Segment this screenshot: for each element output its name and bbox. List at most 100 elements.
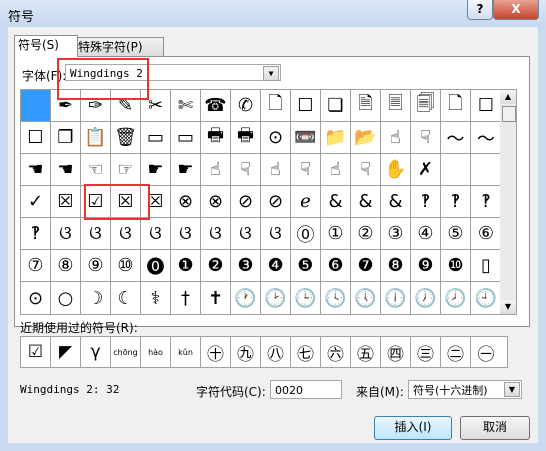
symbol-cell[interactable]: ☝ — [321, 154, 351, 186]
symbol-cell[interactable]: ☚ — [21, 154, 51, 186]
symbol-cell[interactable]: 🕐 — [231, 282, 261, 314]
symbol-cell[interactable]: ⑤ — [441, 218, 471, 250]
symbol-cell[interactable]: ① — [321, 218, 351, 250]
symbol-cell[interactable]: 🕘 — [471, 282, 501, 314]
symbol-cell[interactable]: 🗋 — [441, 90, 471, 122]
symbol-cell[interactable]: ⚕ — [141, 282, 171, 314]
symbol-cell[interactable]: ☒ — [141, 186, 171, 218]
symbol-cell[interactable]: ❐ — [51, 122, 81, 154]
scroll-down-icon[interactable]: ▼ — [500, 300, 516, 314]
recent-symbol[interactable]: ㊃ — [381, 337, 411, 367]
symbol-cell[interactable]: ✑ — [81, 90, 111, 122]
symbol-cell[interactable]: ✝ — [201, 282, 231, 314]
symbol-cell[interactable]: ଓ — [111, 218, 141, 250]
symbol-cell[interactable]: ⊙ — [21, 282, 51, 314]
symbol-cell[interactable]: 🕑 — [261, 282, 291, 314]
symbol-cell[interactable]: 🕖 — [411, 282, 441, 314]
symbol-cell[interactable]: 〜 — [471, 122, 501, 154]
symbol-cell[interactable]: 〜 — [441, 122, 471, 154]
symbol-cell[interactable]: ☾ — [111, 282, 141, 314]
symbol-cell[interactable]: 📂 — [351, 122, 381, 154]
symbol-cell[interactable]: 🕓 — [321, 282, 351, 314]
recent-symbol[interactable]: ㊆ — [291, 337, 321, 367]
symbol-cell[interactable]: ✒ — [51, 90, 81, 122]
symbol-cell[interactable]: ⊙ — [261, 122, 291, 154]
symbol-cell[interactable]: ❏ — [321, 90, 351, 122]
symbol-cell[interactable] — [471, 154, 501, 186]
recent-symbol[interactable]: γ — [81, 337, 111, 367]
symbol-cell[interactable]: ❿ — [441, 250, 471, 282]
symbol-cell[interactable]: ଓ — [51, 218, 81, 250]
symbol-cell[interactable]: ‽ — [441, 186, 471, 218]
recent-symbol[interactable]: hào — [141, 337, 171, 367]
symbol-cell[interactable]: ‽ — [411, 186, 441, 218]
symbol-cell[interactable]: 🗏 — [381, 90, 411, 122]
help-button[interactable]: ? — [467, 0, 493, 20]
symbol-cell[interactable]: ▭ — [171, 122, 201, 154]
symbol-cell[interactable]: ✗ — [411, 154, 441, 186]
symbol-cell[interactable]: ☛ — [171, 154, 201, 186]
symbol-cell[interactable]: ④ — [411, 218, 441, 250]
symbol-cell[interactable]: 🕗 — [441, 282, 471, 314]
symbol-cell[interactable]: ℯ — [291, 186, 321, 218]
grid-scrollbar[interactable]: ▲ ▼ — [500, 89, 517, 315]
symbol-cell[interactable]: 🖶 — [231, 122, 261, 154]
symbol-cell[interactable]: ☐ — [21, 122, 51, 154]
symbol-cell[interactable]: ଓ — [81, 218, 111, 250]
symbol-cell[interactable]: ⑨ — [81, 250, 111, 282]
symbol-cell[interactable]: ✂ — [141, 90, 171, 122]
symbol-cell[interactable]: ‽ — [471, 186, 501, 218]
symbol-cell[interactable]: 🗐 — [411, 90, 441, 122]
symbol-cell[interactable]: ✆ — [231, 90, 261, 122]
recent-symbol[interactable]: ☑ — [21, 337, 51, 367]
tab-special-chars[interactable]: 特殊字符(P) — [74, 37, 164, 56]
recent-symbol[interactable]: ㊅ — [321, 337, 351, 367]
symbol-cell[interactable]: ☝ — [381, 122, 411, 154]
symbol-cell[interactable]: ☑ — [81, 186, 111, 218]
symbol-grid[interactable]: ✒ ✑ ✎ ✂ ✄ ☎ ✆ 🗋 ☐ ❏ 🗎 🗏 🗐 🗋 ☐ ☐ ❐ 📋 🗑 ▭ ▭ 🖶 🖶 ⊙ 📼 📁 📂 ☝ ☟ 〜〜 ☚ ☚ ☜ ☞ ☛ ☛ ☝ ☟ ☝… — [20, 89, 502, 315]
recent-symbol[interactable]: ㊀ — [471, 337, 501, 367]
symbol-cell[interactable]: ☽ — [81, 282, 111, 314]
font-select[interactable]: Wingdings 2 ▼ — [65, 64, 281, 81]
symbol-cell[interactable]: ☚ — [51, 154, 81, 186]
symbol-cell[interactable]: ☜ — [81, 154, 111, 186]
symbol-cell[interactable]: ○ — [51, 282, 81, 314]
symbol-cell[interactable]: 📋 — [81, 122, 111, 154]
symbol-cell[interactable]: 🖶 — [201, 122, 231, 154]
recent-symbol[interactable]: ㊄ — [351, 337, 381, 367]
symbol-cell[interactable]: ❹ — [261, 250, 291, 282]
symbol-cell[interactable]: ☒ — [111, 186, 141, 218]
symbol-cell[interactable]: ☝ — [201, 154, 231, 186]
symbol-cell[interactable] — [441, 154, 471, 186]
symbol-cell[interactable]: ☟ — [231, 154, 261, 186]
symbol-cell[interactable]: † — [171, 282, 201, 314]
symbol-cell[interactable]: ⊗ — [201, 186, 231, 218]
symbol-cell[interactable]: ❾ — [411, 250, 441, 282]
symbol-cell[interactable]: ଓ — [141, 218, 171, 250]
symbol-cell[interactable]: ✎ — [111, 90, 141, 122]
symbol-cell[interactable]: 📁 — [321, 122, 351, 154]
symbol-cell[interactable]: 🕕 — [381, 282, 411, 314]
recent-symbols[interactable]: ☑ ◤ γ chōng hào kǔn ㊉㊈㊇㊆㊅㊄㊃㊂㊁㊀ — [20, 336, 508, 368]
symbol-cell[interactable]: ☎ — [201, 90, 231, 122]
symbol-cell[interactable]: ଓ — [231, 218, 261, 250]
symbol-cell[interactable]: 🕔 — [351, 282, 381, 314]
recent-symbol[interactable]: chōng — [111, 337, 141, 367]
close-button[interactable]: X — [493, 0, 539, 20]
symbol-cell[interactable]: ⓪ — [291, 218, 321, 250]
symbol-cell[interactable]: ☟ — [351, 154, 381, 186]
symbol-cell[interactable]: ⑦ — [21, 250, 51, 282]
recent-symbol[interactable]: kǔn — [171, 337, 201, 367]
recent-symbol[interactable]: ㊉ — [201, 337, 231, 367]
symbol-cell[interactable]: ଓ — [261, 218, 291, 250]
symbol-cell[interactable]: ☛ — [141, 154, 171, 186]
symbol-cell[interactable]: ⑥ — [471, 218, 501, 250]
symbol-cell[interactable]: ☟ — [291, 154, 321, 186]
chevron-down-icon[interactable]: ▼ — [504, 382, 520, 397]
symbol-cell[interactable]: & — [381, 186, 411, 218]
tab-symbols[interactable]: 符号(S) — [14, 35, 78, 57]
symbol-cell[interactable]: ❽ — [381, 250, 411, 282]
symbol-cell[interactable]: ② — [351, 218, 381, 250]
symbol-cell[interactable]: 🗋 — [261, 90, 291, 122]
symbol-cell[interactable]: ❶ — [171, 250, 201, 282]
